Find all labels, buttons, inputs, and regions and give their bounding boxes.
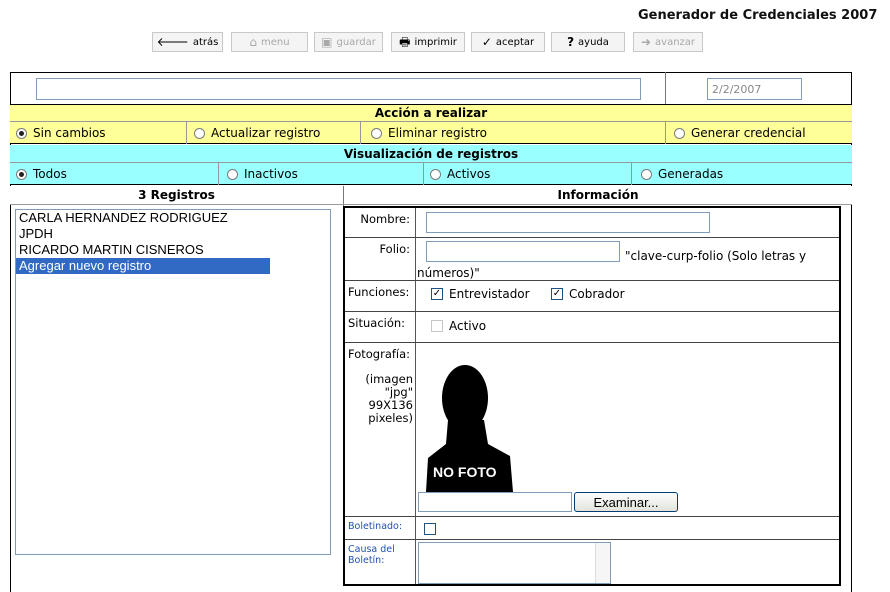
causa-textarea[interactable]: [418, 542, 611, 584]
cobrador-option[interactable]: ✓ Cobrador: [551, 287, 625, 301]
accion-row: Sin cambios Actualizar registro Eliminar…: [10, 122, 852, 144]
entrevistador-label: Entrevistador: [449, 287, 530, 301]
cobrador-checkbox[interactable]: ✓: [551, 288, 563, 300]
accion-option-actualizar[interactable]: Actualizar registro: [187, 122, 361, 144]
printer-icon: 🖶: [399, 35, 411, 49]
entrevistador-option[interactable]: ✓ Entrevistador: [431, 287, 530, 301]
causa-label-line: Causa del: [348, 544, 395, 555]
activo-option[interactable]: Activo: [431, 319, 486, 333]
visualizacion-row: Todos Inactivos Activos Generadas: [10, 163, 852, 185]
floppy-disk-icon: ▣: [321, 35, 333, 49]
menu-button[interactable]: ⌂ menu: [231, 32, 308, 52]
visual-option-label: Inactivos: [244, 167, 298, 181]
print-button[interactable]: 🖶 imprimir: [391, 32, 465, 52]
print-label: imprimir: [414, 36, 457, 48]
list-item[interactable]: RICARDO MARTIN CISNEROS: [16, 242, 330, 258]
list-item[interactable]: JPDH: [16, 226, 330, 242]
radio-sin-cambios[interactable]: [16, 127, 27, 139]
radio-todos[interactable]: [16, 168, 27, 180]
folio-hint: "clave-curp-folio (Solo letras y: [625, 249, 807, 263]
save-label: guardar: [336, 36, 376, 48]
photo-file-field[interactable]: [418, 492, 572, 512]
visual-option-generadas[interactable]: Generadas: [632, 163, 852, 185]
list-item[interactable]: CARLA HERNANDEZ RODRIGUEZ: [16, 210, 330, 226]
forward-button[interactable]: ➜ avanzar: [633, 32, 703, 52]
accion-title: Acción a realizar: [10, 105, 852, 122]
accion-option-sin-cambios[interactable]: Sin cambios: [10, 122, 187, 144]
arrow-right-icon: ➜: [640, 35, 652, 49]
foto-label: Fotografía:: [348, 347, 411, 361]
accion-option-eliminar[interactable]: Eliminar registro: [361, 122, 666, 144]
activo-label: Activo: [449, 319, 487, 333]
radio-generar[interactable]: [674, 127, 685, 139]
boletinado-checkbox[interactable]: [424, 522, 436, 535]
radio-generadas[interactable]: [641, 168, 652, 180]
examinar-button[interactable]: Examinar...: [574, 492, 678, 512]
list-item-add-new[interactable]: Agregar nuevo registro: [16, 258, 270, 274]
row-divider: [345, 237, 839, 238]
help-button[interactable]: ? ayuda: [551, 32, 625, 52]
causa-label: Causa del Boletín:: [345, 541, 415, 569]
checkmark-icon: ✓: [481, 35, 492, 49]
home-icon: ⌂: [249, 35, 258, 49]
app-title: Generador de Credenciales 2007: [638, 8, 878, 23]
info-title: Información: [344, 186, 852, 204]
info-panel: Nombre: Folio: "clave-curp-folio (Solo l…: [343, 206, 841, 586]
visual-option-label: Activos: [447, 167, 491, 181]
visual-option-inactivos[interactable]: Inactivos: [219, 163, 424, 185]
header-divider: [665, 72, 666, 106]
accion-option-label: Sin cambios: [33, 126, 106, 140]
visualizacion-title: Visualización de registros: [10, 145, 852, 163]
section-header-line: [10, 204, 852, 205]
visual-option-label: Generadas: [658, 167, 724, 181]
accion-option-generar[interactable]: Generar credencial: [666, 122, 852, 144]
info-label-divider: [415, 208, 416, 584]
help-label: ayuda: [578, 36, 609, 48]
records-list[interactable]: CARLA HERNANDEZ RODRIGUEZ JPDH RICARDO M…: [15, 209, 331, 555]
folio-field[interactable]: [426, 241, 620, 262]
funciones-label: Funciones:: [348, 285, 410, 299]
registros-title: 3 Registros: [10, 186, 343, 204]
nombre-field[interactable]: [426, 212, 710, 233]
row-divider: [345, 280, 839, 281]
radio-activos[interactable]: [430, 168, 441, 180]
radio-actualizar[interactable]: [194, 127, 205, 139]
nombre-label: Nombre:: [360, 212, 410, 226]
visual-option-label: Todos: [33, 167, 67, 181]
folio-label: Folio:: [379, 242, 410, 256]
foto-hint: (imagen "jpg" 99X136 pixeles): [345, 373, 413, 425]
accion-option-label: Eliminar registro: [388, 126, 487, 140]
date-field[interactable]: [707, 78, 802, 100]
accion-option-label: Actualizar registro: [211, 126, 321, 140]
forward-label: avanzar: [655, 36, 696, 48]
visual-option-todos[interactable]: Todos: [10, 163, 219, 185]
visual-option-activos[interactable]: Activos: [424, 163, 632, 185]
activo-checkbox[interactable]: [431, 320, 443, 332]
causa-label-line: Boletín:: [348, 555, 385, 566]
back-label: atrás: [192, 36, 219, 48]
menu-label: menu: [261, 36, 290, 48]
boletinado-label: Boletinado:: [348, 521, 403, 532]
radio-eliminar[interactable]: [371, 127, 382, 139]
row-divider: [345, 539, 839, 540]
foto-hint-line: pixeles): [368, 411, 413, 425]
cobrador-label: Cobrador: [569, 287, 625, 301]
back-button[interactable]: 🡐 atrás: [152, 32, 223, 52]
no-foto-text: NO FOTO: [433, 464, 497, 480]
arrow-left-icon: 🡐: [156, 35, 189, 49]
accion-option-label: Generar credencial: [691, 126, 806, 140]
situacion-label: Situación:: [348, 316, 406, 330]
header-input[interactable]: [36, 78, 641, 100]
row-divider: [345, 311, 839, 312]
row-divider: [345, 516, 839, 517]
accept-button[interactable]: ✓ aceptar: [471, 32, 545, 52]
textarea-scrollbar[interactable]: [595, 543, 610, 583]
row-divider: [345, 342, 839, 343]
folio-hint-cont: números)": [417, 266, 480, 280]
radio-inactivos[interactable]: [227, 168, 238, 180]
question-mark-icon: ?: [567, 35, 575, 49]
entrevistador-checkbox[interactable]: ✓: [431, 288, 443, 300]
save-button[interactable]: ▣ guardar: [314, 32, 383, 52]
accept-label: aceptar: [495, 36, 535, 48]
